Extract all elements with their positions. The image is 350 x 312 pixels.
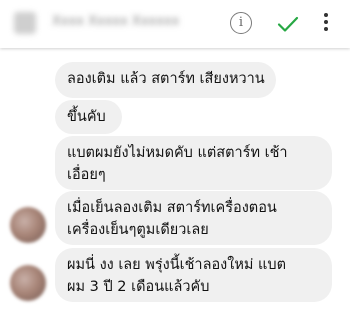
- message-bubble[interactable]: ลองเติม แล้ว สตาร์ท เสียงหวาน: [55, 62, 276, 98]
- back-icon[interactable]: [14, 12, 36, 34]
- info-icon[interactable]: i: [230, 12, 252, 34]
- message-bubble[interactable]: แบตผมยังไม่หมดคับ แต่สตาร์ท เช้า เอื่อยๆ: [55, 136, 332, 190]
- message-bubble[interactable]: เมื่อเย็นลองเติม สตาร์ทเครื่องตอน เครื่อ…: [55, 191, 332, 245]
- check-icon[interactable]: [276, 12, 300, 36]
- message-line: เครื่องเย็นๆตูมเดียวเลย: [67, 222, 209, 238]
- message-line: แบตผมยังไม่หมดคับ แต่สตาร์ท เช้า: [67, 145, 288, 161]
- message-bubble[interactable]: ผมนี่ งง เลย พรุ่งนี้เช้าลองใหม่ แบต ผม …: [55, 248, 332, 302]
- message-line: ขึ้นคับ: [67, 109, 106, 125]
- info-glyph: i: [238, 15, 244, 30]
- avatar[interactable]: [10, 207, 46, 243]
- message-bubble[interactable]: ขึ้นคับ: [55, 100, 122, 134]
- message-line: ลองเติม แล้ว สตาร์ท เสียงหวาน: [67, 71, 265, 87]
- chat-title: Xxxx Xxxxx Xxxxxx: [52, 14, 180, 29]
- message-line: เอื่อยๆ: [67, 167, 106, 183]
- message-line: เมื่อเย็นลองเติม สตาร์ทเครื่องตอน: [67, 200, 277, 216]
- top-app-bar: Xxxx Xxxxx Xxxxxx i: [0, 0, 350, 48]
- avatar[interactable]: [10, 265, 46, 301]
- message-line: ผม 3 ปี 2 เดือนแล้วคับ: [67, 279, 210, 295]
- more-vert-icon[interactable]: [322, 13, 330, 35]
- message-line: ผมนี่ งง เลย พรุ่งนี้เช้าลองใหม่ แบต: [67, 257, 287, 273]
